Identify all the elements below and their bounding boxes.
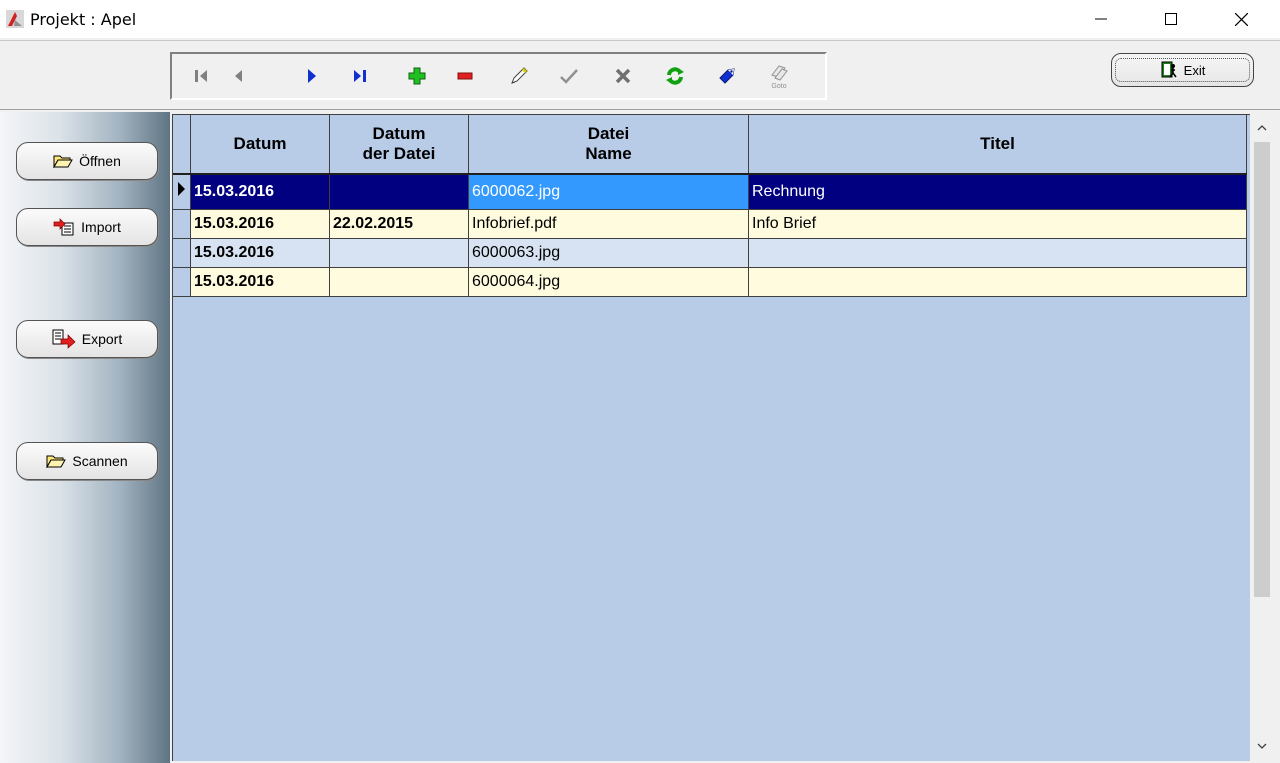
last-record-icon bbox=[354, 70, 366, 82]
minus-icon bbox=[457, 72, 473, 80]
next-record-icon bbox=[308, 69, 316, 83]
open-button[interactable]: Öffnen bbox=[16, 142, 158, 180]
app-icon bbox=[6, 10, 24, 28]
header-row: Datum Datum der Datei Datei Name Titel bbox=[173, 115, 1247, 175]
scroll-up-button[interactable] bbox=[1254, 118, 1270, 138]
next-record-button[interactable] bbox=[296, 62, 326, 90]
goto-label: Goto bbox=[771, 83, 786, 90]
row-indicator bbox=[173, 267, 191, 297]
toolbar: Goto Exit bbox=[0, 40, 1280, 110]
cell-datum[interactable]: 15.03.2016 bbox=[190, 267, 330, 297]
cell-datum[interactable]: 15.03.2016 bbox=[190, 209, 330, 239]
cell-name[interactable]: Infobrief.pdf bbox=[468, 209, 749, 239]
export-button[interactable]: Export bbox=[16, 320, 158, 358]
plus-icon bbox=[408, 67, 426, 85]
table-row[interactable]: 15.03.2016 6000063.jpg bbox=[173, 238, 1247, 268]
cell-datum[interactable]: 15.03.2016 bbox=[190, 174, 330, 210]
window-title: Projekt : Apel bbox=[30, 10, 137, 29]
goto-icon: Goto bbox=[771, 65, 788, 90]
cell-datum-datei[interactable] bbox=[329, 238, 469, 268]
cell-datum-datei[interactable] bbox=[329, 174, 469, 210]
import-button[interactable]: Import bbox=[16, 208, 158, 246]
row-indicator bbox=[173, 209, 191, 239]
apply-updates-button[interactable] bbox=[712, 62, 742, 90]
minimize-icon bbox=[1095, 18, 1107, 20]
cell-datum[interactable]: 15.03.2016 bbox=[190, 238, 330, 268]
import-icon bbox=[53, 218, 74, 236]
column-header-datum-der-datei[interactable]: Datum der Datei bbox=[329, 115, 469, 175]
exit-label: Exit bbox=[1183, 62, 1206, 78]
maximize-button[interactable] bbox=[1148, 0, 1194, 38]
minimize-button[interactable] bbox=[1078, 0, 1124, 38]
import-label: Import bbox=[81, 219, 121, 235]
row-indicator bbox=[173, 238, 191, 268]
table-row[interactable]: 15.03.2016 22.02.2015 Infobrief.pdf Info… bbox=[173, 209, 1247, 239]
cell-titel[interactable]: Info Brief bbox=[748, 209, 1247, 239]
tag-icon bbox=[719, 68, 735, 84]
cancel-x-icon bbox=[615, 68, 631, 84]
cell-titel[interactable]: Rechnung bbox=[748, 174, 1247, 210]
table-row[interactable]: 15.03.2016 6000062.jpg Rechnung bbox=[173, 174, 1247, 210]
chevron-up-icon bbox=[1257, 125, 1267, 131]
export-label: Export bbox=[81, 331, 123, 347]
goto-record-button[interactable]: Goto bbox=[764, 62, 794, 90]
application-window: Projekt : Apel Goto Exit Öffnen Import E… bbox=[0, 0, 1280, 763]
close-icon bbox=[1234, 12, 1248, 26]
pencil-icon bbox=[511, 67, 528, 84]
cell-titel[interactable] bbox=[748, 238, 1247, 268]
current-row-arrow-icon bbox=[178, 182, 185, 196]
scroll-down-button[interactable] bbox=[1254, 736, 1270, 756]
column-header-label: Datum bbox=[372, 124, 426, 143]
column-header-label-2: Name bbox=[585, 144, 632, 163]
cell-datum-datei[interactable] bbox=[329, 267, 469, 297]
column-header-datei-name[interactable]: Datei Name bbox=[468, 115, 749, 175]
edit-record-button[interactable] bbox=[504, 62, 534, 90]
open-folder-icon bbox=[53, 155, 73, 168]
maximize-icon bbox=[1165, 13, 1177, 25]
column-header-label: Datum bbox=[233, 134, 287, 153]
table-row[interactable]: 15.03.2016 6000064.jpg bbox=[173, 267, 1247, 297]
cell-name[interactable]: 6000064.jpg bbox=[468, 267, 749, 297]
exit-button[interactable]: Exit bbox=[1111, 53, 1254, 87]
first-record-button[interactable] bbox=[186, 62, 216, 90]
scan-button[interactable]: Scannen bbox=[16, 442, 158, 480]
column-header-titel[interactable]: Titel bbox=[748, 115, 1247, 175]
delete-record-button[interactable] bbox=[450, 62, 480, 90]
scan-folder-icon bbox=[46, 455, 67, 468]
refresh-data-button[interactable] bbox=[660, 62, 690, 90]
close-button[interactable] bbox=[1218, 0, 1264, 38]
cell-name[interactable]: 6000062.jpg bbox=[468, 174, 749, 210]
post-edit-button[interactable] bbox=[554, 62, 584, 90]
prior-record-button[interactable] bbox=[224, 62, 254, 90]
insert-record-button[interactable] bbox=[402, 62, 432, 90]
refresh-icon bbox=[666, 67, 684, 85]
export-icon bbox=[52, 329, 76, 349]
record-navigator: Goto bbox=[170, 52, 827, 100]
first-record-icon bbox=[195, 70, 207, 82]
open-label: Öffnen bbox=[79, 153, 121, 169]
cell-titel[interactable] bbox=[748, 267, 1247, 297]
data-grid[interactable]: Datum Datum der Datei Datei Name Titel 1… bbox=[172, 114, 1250, 761]
last-record-button[interactable] bbox=[346, 62, 376, 90]
indicator-header bbox=[173, 115, 191, 175]
row-indicator bbox=[173, 174, 191, 210]
checkmark-icon bbox=[560, 69, 578, 84]
scan-label: Scannen bbox=[72, 453, 128, 469]
cell-datum-datei[interactable]: 22.02.2015 bbox=[329, 209, 469, 239]
vertical-scrollbar[interactable] bbox=[1251, 114, 1273, 761]
prior-record-icon bbox=[235, 70, 242, 82]
cancel-edit-button[interactable] bbox=[608, 62, 638, 90]
cell-name[interactable]: 6000063.jpg bbox=[468, 238, 749, 268]
exit-door-icon bbox=[1161, 61, 1177, 78]
chevron-down-icon bbox=[1257, 743, 1267, 749]
column-header-label-2: der Datei bbox=[362, 144, 436, 163]
column-header-label: Datei bbox=[587, 124, 630, 143]
documents-table: Datum Datum der Datei Datei Name Titel 1… bbox=[173, 115, 1247, 297]
column-header-label: Titel bbox=[980, 134, 1015, 153]
column-header-datum[interactable]: Datum bbox=[190, 115, 330, 175]
title-bar: Projekt : Apel bbox=[0, 0, 1280, 38]
scrollbar-thumb[interactable] bbox=[1254, 142, 1270, 597]
side-panel: Öffnen Import Export Scannen bbox=[0, 112, 170, 763]
